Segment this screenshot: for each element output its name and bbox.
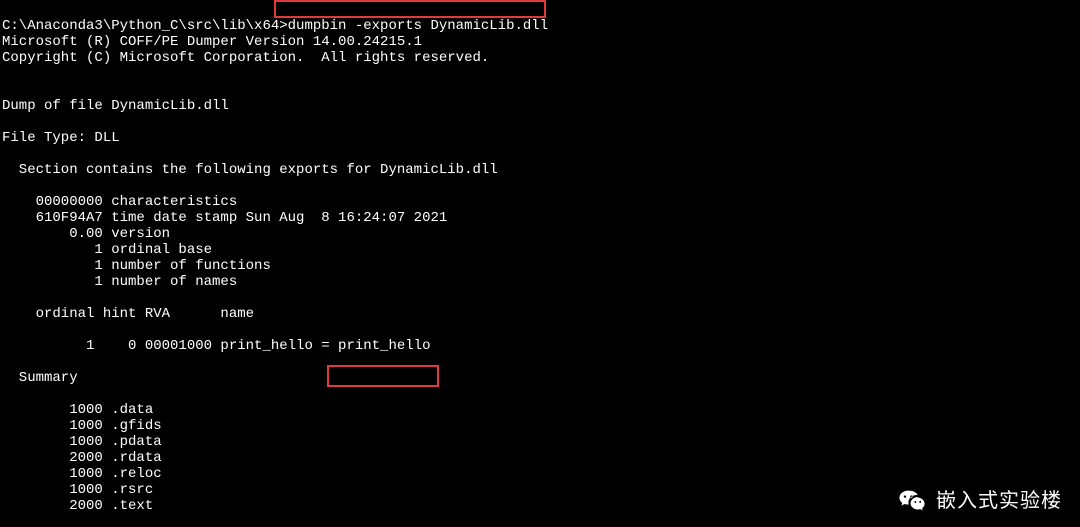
terminal-line: 2000 .text (2, 498, 153, 514)
terminal-line: File Type: DLL (2, 130, 120, 146)
terminal-line: 1000 .gfids (2, 418, 162, 434)
terminal-line: 2000 .rdata (2, 450, 162, 466)
terminal-line: 1000 .pdata (2, 434, 162, 450)
terminal-line: Dump of file DynamicLib.dll (2, 98, 229, 114)
terminal-line: Section contains the following exports f… (2, 162, 498, 178)
terminal-line: 1000 .data (2, 402, 153, 418)
terminal-line: 610F94A7 time date stamp Sun Aug 8 16:24… (2, 210, 447, 226)
terminal-line: 1000 .reloc (2, 466, 162, 482)
watermark-text: 嵌入式实验楼 (936, 493, 1062, 509)
terminal-line: 0.00 version (2, 226, 170, 242)
terminal-output: C:\Anaconda3\Python_C\src\lib\x64>dumpbi… (0, 0, 1080, 514)
terminal-line: 1 number of functions (2, 258, 271, 274)
terminal-line: C:\Anaconda3\Python_C\src\lib\x64>dumpbi… (2, 18, 548, 34)
terminal-line: 1 ordinal base (2, 242, 212, 258)
terminal-line: Microsoft (R) COFF/PE Dumper Version 14.… (2, 34, 422, 50)
terminal-line: Copyright (C) Microsoft Corporation. All… (2, 50, 489, 66)
terminal-line: 1000 .rsrc (2, 482, 153, 498)
terminal-line: 1 number of names (2, 274, 237, 290)
watermark: 嵌入式实验楼 (898, 489, 1062, 513)
terminal-line: 00000000 characteristics (2, 194, 237, 210)
terminal-line: 1 0 00001000 print_hello = print_hello (2, 338, 430, 354)
wechat-icon (898, 489, 928, 513)
terminal-line: Summary (2, 370, 78, 386)
terminal-line: ordinal hint RVA name (2, 306, 254, 322)
